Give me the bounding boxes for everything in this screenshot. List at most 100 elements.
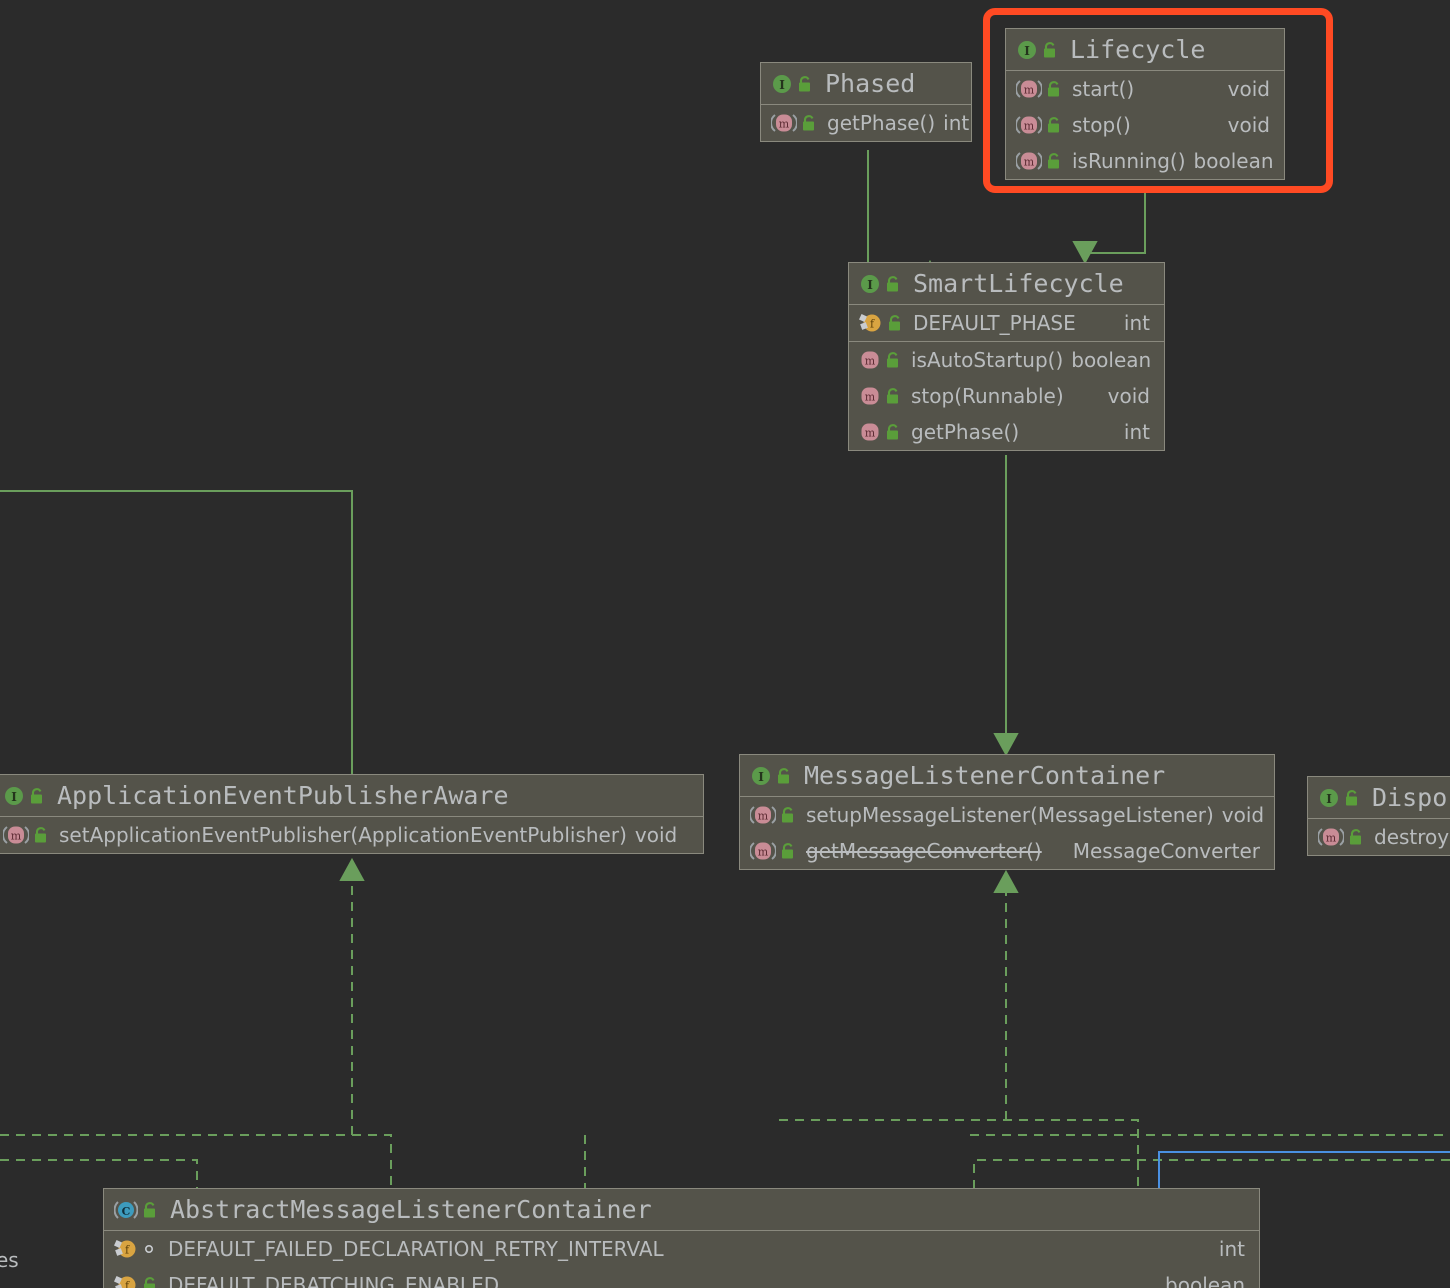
lock-icon	[797, 75, 813, 93]
node-title-smartlifecycle: I SmartLifecycle	[849, 263, 1164, 305]
edge-smartlifecycle-to-lifecycle	[1072, 193, 1146, 265]
connector-layer	[0, 150, 1450, 1188]
member-name: setApplicationEventPublisher(Application…	[59, 823, 627, 847]
lock-icon	[33, 826, 49, 844]
clipped-left-label: es	[0, 1248, 19, 1272]
node-title-label: ApplicationEventPublisherAware	[57, 781, 509, 810]
node-title-label: Dispo	[1372, 783, 1448, 812]
abstract-method-icon: m	[2, 824, 30, 846]
svg-text:m: m	[1024, 120, 1035, 133]
member-type: void	[634, 823, 678, 847]
member-type: int	[1123, 311, 1150, 335]
svg-text:C: C	[122, 1205, 131, 1218]
uml-node-disposablebean[interactable]: I Dispo m destroy	[1307, 776, 1450, 856]
member-row[interactable]: m getPhase() int	[849, 414, 1164, 450]
interface-icon: I	[771, 73, 793, 95]
svg-text:m: m	[779, 118, 790, 131]
uml-diagram-canvas: es I Phased m getPhase() int I Lifecycle …	[0, 0, 1450, 1288]
member-row[interactable]: f DEFAULT_DEBATCHING_ENABLED boolean	[104, 1267, 1259, 1288]
lock-icon	[780, 842, 796, 860]
member-row[interactable]: m getPhase() int	[761, 105, 971, 141]
member-name: DEFAULT_DEBATCHING_ENABLED	[168, 1273, 500, 1288]
uml-node-phased[interactable]: I Phased m getPhase() int	[760, 62, 972, 142]
edge-blue-edge-right	[1158, 1151, 1450, 1188]
member-row[interactable]: m isRunning() boolean	[1006, 143, 1284, 179]
lock-icon	[801, 114, 817, 132]
interface-icon: I	[1318, 787, 1340, 809]
svg-text:m: m	[1326, 832, 1337, 845]
svg-text:m: m	[865, 355, 876, 368]
member-type: int	[943, 111, 970, 135]
svg-text:m: m	[758, 810, 769, 823]
uml-node-lifecycle[interactable]: I Lifecycle m start() void m stop() void m…	[1005, 28, 1285, 180]
uml-node-smartlifecycle[interactable]: I SmartLifecycle f DEFAULT_PHASE int m is…	[848, 262, 1165, 451]
member-row[interactable]: m stop(Runnable) void	[849, 378, 1164, 414]
member-row[interactable]: m isAutoStartup() boolean	[849, 342, 1164, 378]
lock-icon	[142, 1201, 158, 1219]
edge-messagelistenercontainer-to-smartlifecycle	[993, 455, 1019, 757]
svg-text:m: m	[865, 391, 876, 404]
lock-icon	[885, 351, 901, 369]
member-row[interactable]: m setApplicationEventPublisher(Applicati…	[0, 817, 703, 853]
member-name: destroy	[1374, 825, 1450, 849]
node-title-disposablebean: I Dispo	[1308, 777, 1450, 819]
interface-icon: I	[3, 785, 25, 807]
member-row[interactable]: m start() void	[1006, 71, 1284, 107]
edge-offscreen-to-applicationeventpublisheraware	[0, 490, 353, 774]
uml-node-messagelistenercontainer[interactable]: I MessageListenerContainer m setupMessag…	[739, 754, 1275, 870]
svg-text:m: m	[1024, 156, 1035, 169]
edge-abstract-implements-messagelistenercontainer	[993, 869, 1019, 1120]
member-name: isAutoStartup()	[911, 348, 1064, 372]
lock-icon	[1348, 828, 1364, 846]
member-type: int	[1218, 1237, 1245, 1261]
static-final-field-icon: f	[859, 312, 883, 334]
node-section: f DEFAULT_PHASE int	[849, 305, 1164, 342]
member-name: isRunning()	[1072, 149, 1186, 173]
lock-icon	[1046, 116, 1062, 134]
static-final-field-icon: f	[114, 1238, 138, 1260]
member-type: void	[1107, 384, 1150, 408]
interface-icon: I	[1016, 39, 1038, 61]
abstract-method-icon: m	[1015, 78, 1043, 100]
member-type: void	[1221, 803, 1265, 827]
member-name: DEFAULT_PHASE	[913, 311, 1076, 335]
member-row[interactable]: m setupMessageListener(MessageListener) v…	[740, 797, 1274, 833]
member-type: MessageConverter	[1072, 839, 1260, 863]
member-row[interactable]: m getMessageConverter() MessageConverter	[740, 833, 1274, 869]
svg-text:m: m	[758, 846, 769, 859]
node-title-label: AbstractMessageListenerContainer	[170, 1195, 652, 1224]
member-row[interactable]: m stop() void	[1006, 107, 1284, 143]
abstract-method-icon: m	[1015, 114, 1043, 136]
member-row[interactable]: f DEFAULT_FAILED_DECLARATION_RETRY_INTER…	[104, 1231, 1259, 1267]
lock-icon	[887, 314, 903, 332]
svg-text:I: I	[1326, 792, 1332, 806]
svg-text:I: I	[758, 770, 764, 784]
abstract-method-icon: m	[1015, 150, 1043, 172]
lock-icon	[885, 423, 901, 441]
member-type: boolean	[1165, 1273, 1245, 1288]
lock-icon	[776, 767, 792, 785]
uml-node-abstractmessagelistenercontainer[interactable]: C AbstractMessageListenerContainer f DEF…	[103, 1188, 1260, 1288]
lock-icon	[1042, 41, 1058, 59]
member-type: boolean	[1071, 348, 1152, 372]
member-row[interactable]: f DEFAULT_PHASE int	[849, 305, 1164, 341]
lock-icon	[1046, 152, 1062, 170]
member-row[interactable]: m destroy	[1308, 819, 1450, 855]
node-section: m setupMessageListener(MessageListener) v…	[740, 797, 1274, 869]
abstract-class-icon: C	[113, 1199, 139, 1221]
member-name: stop(Runnable)	[911, 384, 1064, 408]
svg-text:m: m	[1024, 84, 1035, 97]
node-section: m setApplicationEventPublisher(Applicati…	[0, 817, 703, 853]
svg-text:I: I	[867, 278, 873, 292]
member-name: getPhase()	[827, 111, 936, 135]
lock-icon	[1344, 789, 1360, 807]
member-name: getPhase()	[911, 420, 1020, 444]
protected-icon	[142, 1240, 158, 1258]
node-section: m start() void m stop() void m isRunning()…	[1006, 71, 1284, 179]
interface-icon: I	[859, 273, 881, 295]
edge-abstract-implements-applicationeventpublisheraware	[339, 857, 365, 1135]
svg-text:I: I	[1024, 44, 1030, 58]
uml-node-applicationeventpublisheraware[interactable]: I ApplicationEventPublisherAware m setAp…	[0, 774, 704, 854]
lock-icon	[1046, 80, 1062, 98]
svg-text:m: m	[11, 830, 22, 843]
